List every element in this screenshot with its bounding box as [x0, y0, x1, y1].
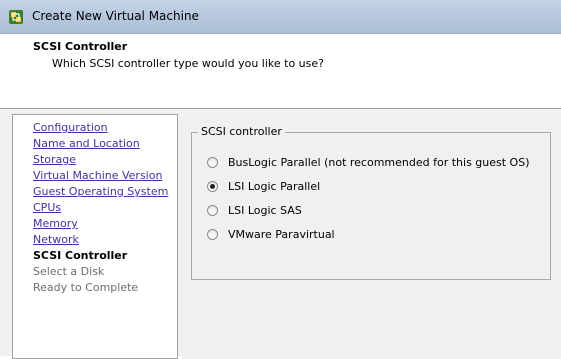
radio-label[interactable]: BusLogic Parallel (not recommended for t… — [228, 156, 530, 169]
nav-step-ready-to-complete: Ready to Complete — [33, 280, 168, 296]
window-title: Create New Virtual Machine — [32, 9, 199, 23]
main-panel: SCSI controller BusLogic Parallel (not r… — [182, 114, 561, 359]
radio-button[interactable] — [207, 204, 218, 216]
nav-step-virtual-machine-version[interactable]: Virtual Machine Version — [33, 168, 168, 184]
nav-step-label: SCSI Controller — [33, 249, 128, 262]
wizard-step-list: Configuration Name and Location Storage Vir… — [33, 120, 168, 296]
wizard-step-navigation: Configuration Name and Location Storage Vir… — [12, 114, 178, 359]
nav-step-cpus[interactable]: CPUs — [33, 200, 168, 216]
nav-step-label: Select a Disk — [33, 265, 105, 278]
radio-option-lsi-logic-sas[interactable]: LSI Logic SAS — [207, 202, 302, 218]
groupbox-label: SCSI controller — [198, 125, 285, 138]
vm-wizard-icon — [9, 10, 23, 24]
nav-step-label[interactable]: Name and Location — [33, 137, 140, 150]
nav-step-name-and-location[interactable]: Name and Location — [33, 136, 168, 152]
nav-step-guest-operating-system[interactable]: Guest Operating System — [33, 184, 168, 200]
radio-option-lsi-logic-parallel[interactable]: LSI Logic Parallel — [207, 178, 320, 194]
radio-label[interactable]: LSI Logic Parallel — [228, 180, 320, 193]
wizard-header: SCSI Controller Which SCSI controller ty… — [0, 34, 561, 109]
nav-step-memory[interactable]: Memory — [33, 216, 168, 232]
left-margin — [0, 109, 10, 356]
nav-step-scsi-controller: SCSI Controller — [33, 248, 168, 264]
page-subtitle: Which SCSI controller type would you lik… — [52, 57, 324, 70]
nav-step-select-a-disk: Select a Disk — [33, 264, 168, 280]
radio-label[interactable]: VMware Paravirtual — [228, 228, 335, 241]
radio-option-vmware-paravirtual[interactable]: VMware Paravirtual — [207, 226, 335, 242]
nav-step-label[interactable]: Virtual Machine Version — [33, 169, 162, 182]
radio-button[interactable] — [207, 228, 218, 240]
radio-button[interactable] — [207, 180, 218, 192]
radio-option-buslogic[interactable]: BusLogic Parallel (not recommended for t… — [207, 154, 530, 170]
title-bar[interactable]: Create New Virtual Machine — [0, 0, 561, 34]
nav-step-label[interactable]: Storage — [33, 153, 76, 166]
radio-label[interactable]: LSI Logic SAS — [228, 204, 302, 217]
nav-step-label[interactable]: Memory — [33, 217, 78, 230]
nav-step-label[interactable]: Guest Operating System — [33, 185, 168, 198]
nav-step-label[interactable]: CPUs — [33, 201, 61, 214]
nav-step-network[interactable]: Network — [33, 232, 168, 248]
nav-step-label[interactable]: Network — [33, 233, 79, 246]
nav-step-configuration[interactable]: Configuration — [33, 120, 168, 136]
radio-button[interactable] — [207, 156, 218, 168]
nav-step-label: Ready to Complete — [33, 281, 139, 294]
wizard-content: Configuration Name and Location Storage Vir… — [0, 109, 561, 359]
nav-step-label[interactable]: Configuration — [33, 121, 108, 134]
scsi-controller-groupbox: SCSI controller BusLogic Parallel (not r… — [191, 125, 551, 280]
page-title: SCSI Controller — [33, 40, 128, 53]
nav-step-storage[interactable]: Storage — [33, 152, 168, 168]
